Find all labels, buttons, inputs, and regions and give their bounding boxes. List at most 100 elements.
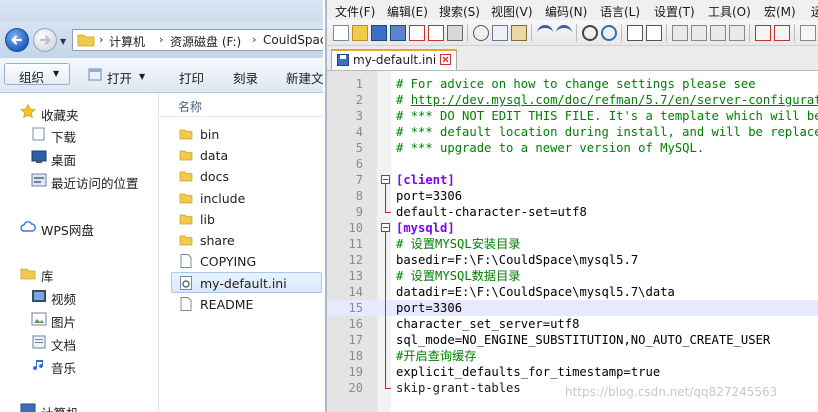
nav-libraries[interactable]: 库 <box>41 266 54 285</box>
paste-icon[interactable] <box>511 25 527 41</box>
code-url[interactable]: http://dev.mysql.com/doc/refman/5.7/en/s… <box>411 93 818 107</box>
fold-all-icon[interactable] <box>755 25 771 41</box>
code-line[interactable]: 4 # *** default location during install, … <box>327 124 818 140</box>
code-line[interactable]: 6 <box>327 156 818 172</box>
history-dropdown-icon[interactable]: ▼ <box>60 37 66 46</box>
indent-guide-icon[interactable] <box>729 25 745 41</box>
save-all-icon[interactable] <box>390 25 406 41</box>
open-button[interactable]: 打开 <box>107 68 132 87</box>
fold-toggle-icon[interactable] <box>381 223 390 232</box>
save-icon[interactable] <box>371 25 387 41</box>
nav-recent-places[interactable]: 最近访问的位置 <box>51 173 139 192</box>
tab-my-default-ini[interactable]: my-default.ini <box>331 49 457 70</box>
folder-icon <box>179 150 193 161</box>
code-line[interactable]: 14 datadir=E:\F:\CouldSpace\mysql5.7\data <box>327 284 818 300</box>
code-line[interactable]: 13 # 设置MYSQL数据目录 <box>327 268 818 284</box>
address-bar[interactable]: › 计算机 › 资源磁盘 (F:) › CouldSpace <box>72 29 323 51</box>
menu-language[interactable]: 语言(L) <box>600 3 640 20</box>
file-row[interactable]: data <box>172 145 323 166</box>
line-number: 19 <box>348 365 363 379</box>
code-line[interactable]: 5 # *** upgrade to a newer version of MyS… <box>327 140 818 156</box>
file-row[interactable]: share <box>172 230 323 251</box>
nav-wps-drive[interactable]: WPS网盘 <box>41 220 94 239</box>
file-row[interactable]: my-default.ini <box>171 272 322 294</box>
nav-music[interactable]: 音乐 <box>51 358 76 377</box>
menu-tools[interactable]: 工具(O) <box>708 3 751 20</box>
code-line[interactable]: 10 [mysqld] <box>327 220 818 236</box>
copy-icon[interactable] <box>492 25 508 41</box>
file-saved-icon <box>337 54 349 66</box>
file-row[interactable]: include <box>172 188 323 209</box>
code-line[interactable]: 8 port=3306 <box>327 188 818 204</box>
code-line[interactable]: 11 # 设置MYSQL安装目录 <box>327 236 818 252</box>
nav-desktop[interactable]: 桌面 <box>51 150 76 169</box>
line-number: 1 <box>355 77 363 91</box>
code-line[interactable]: 2 # http://dev.mysql.com/doc/refman/5.7/e… <box>327 92 818 108</box>
code-line[interactable]: 9 default-character-set=utf8 <box>327 204 818 220</box>
open-file-icon[interactable] <box>352 25 368 41</box>
close-icon[interactable] <box>440 54 451 65</box>
menu-settings[interactable]: 设置(T) <box>654 3 695 20</box>
menu-edit[interactable]: 编辑(E) <box>387 3 428 20</box>
print-icon[interactable] <box>447 25 463 41</box>
breadcrumb-drive[interactable]: 资源磁盘 (F:) <box>170 33 241 50</box>
fold-toggle-icon[interactable] <box>381 175 390 184</box>
redo-icon[interactable] <box>556 25 572 41</box>
menu-view[interactable]: 视图(V) <box>491 3 533 20</box>
code-line[interactable]: 16 character_set_server=utf8 <box>327 316 818 332</box>
nav-pictures[interactable]: 图片 <box>51 312 76 331</box>
line-number: 17 <box>348 333 363 347</box>
code-line[interactable]: 3 # *** DO NOT EDIT THIS FILE. It's a tem… <box>327 108 818 124</box>
new-file-icon[interactable] <box>333 25 349 41</box>
zoom-out-icon[interactable] <box>646 25 662 41</box>
code-line[interactable]: 17 sql_mode=NO_ENGINE_SUBSTITUTION,NO_AUT… <box>327 332 818 348</box>
code-editor[interactable]: 1 # For advice on how to change settings … <box>327 71 818 412</box>
file-row[interactable]: bin <box>172 124 323 145</box>
nav-videos[interactable]: 视频 <box>51 289 76 308</box>
breadcrumb-folder[interactable]: CouldSpace <box>263 33 323 47</box>
new-folder-button[interactable]: 新建文 <box>286 68 323 87</box>
close-all-icon[interactable] <box>428 25 444 41</box>
file-row[interactable]: lib <box>172 209 323 230</box>
code-line[interactable]: 18 #开启查询缓存 <box>327 348 818 364</box>
nav-downloads[interactable]: 下载 <box>51 127 76 146</box>
doc-map-icon[interactable] <box>800 25 816 41</box>
nav-computer[interactable]: 计算机 <box>41 403 79 412</box>
file-row[interactable]: README <box>172 294 323 315</box>
nav-documents[interactable]: 文档 <box>51 335 76 354</box>
menu-macro[interactable]: 宏(M) <box>764 3 796 20</box>
unfold-all-icon[interactable] <box>774 25 790 41</box>
find-icon[interactable] <box>582 25 598 41</box>
nav-favorites[interactable]: 收藏夹 <box>41 105 79 124</box>
menu-file[interactable]: 文件(F) <box>335 3 375 20</box>
menu-run[interactable]: 运 <box>811 3 818 20</box>
burn-button[interactable]: 刻录 <box>233 68 258 87</box>
print-button[interactable]: 打印 <box>179 68 204 87</box>
zoom-in-icon[interactable] <box>627 25 643 41</box>
file-row[interactable]: docs <box>172 166 323 187</box>
sync-scroll-icon[interactable] <box>672 25 688 41</box>
close-file-icon[interactable] <box>409 25 425 41</box>
organize-button[interactable]: 组织 ▼ <box>4 63 70 85</box>
replace-icon[interactable] <box>601 25 617 41</box>
back-button[interactable] <box>5 28 29 52</box>
breadcrumb-computer[interactable]: 计算机 <box>109 33 145 50</box>
code-line[interactable]: 12 basedir=F:\F:\CouldSpace\mysql5.7 <box>327 252 818 268</box>
column-header-name[interactable]: 名称 <box>178 98 202 115</box>
menu-search[interactable]: 搜索(S) <box>439 3 480 20</box>
code-text: character_set_server=utf8 <box>396 316 579 332</box>
forward-button[interactable] <box>33 28 57 52</box>
undo-icon[interactable] <box>537 25 553 41</box>
code-value: utf8 <box>557 205 587 219</box>
menu-encoding[interactable]: 编码(N) <box>545 3 587 20</box>
chevron-down-icon[interactable]: ▼ <box>139 72 145 81</box>
code-line[interactable]: 15 port=3306 <box>327 300 818 316</box>
cut-icon[interactable] <box>473 25 489 41</box>
code-text: port=3306 <box>396 300 462 316</box>
show-symbols-icon[interactable] <box>710 25 726 41</box>
word-wrap-icon[interactable] <box>691 25 707 41</box>
code-line[interactable]: 19 explicit_defaults_for_timestamp=true <box>327 364 818 380</box>
code-line[interactable]: 1 # For advice on how to change settings … <box>327 76 818 92</box>
file-row[interactable]: COPYING <box>172 251 323 272</box>
code-line[interactable]: 7 [client] <box>327 172 818 188</box>
